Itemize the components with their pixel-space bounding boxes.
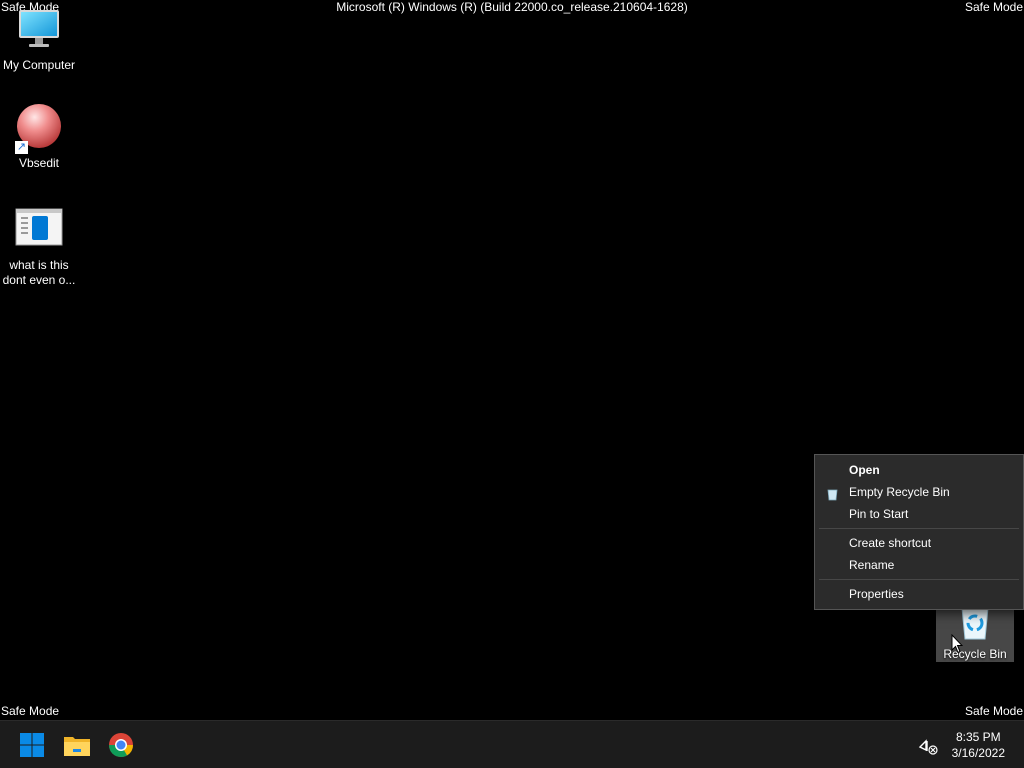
desktop-icon-label: what is this dont even o... [2,258,76,287]
shortcut-arrow-icon: ↗ [15,141,28,154]
file-explorer-button[interactable] [59,727,95,763]
desktop-icon-label: My Computer [2,58,76,72]
desktop-icon-vbsedit[interactable]: ↗ Vbsedit [0,104,78,171]
clock-date: 3/16/2022 [951,746,1005,760]
network-status-button[interactable] [916,733,940,757]
menu-item-open[interactable]: Open [815,459,1023,481]
start-button[interactable] [14,727,50,763]
menu-item-pin-to-start[interactable]: Pin to Start [815,503,1023,525]
document-icon [15,206,63,254]
menu-item-empty-recycle-bin[interactable]: Empty Recycle Bin [815,481,1023,503]
folder-icon [64,737,90,756]
desktop-icon-label: Recycle Bin [943,647,1007,661]
taskbar: 8:35 PM 3/16/2022 [0,720,1024,768]
desktop[interactable]: Safe Mode Microsoft (R) Windows (R) (Bui… [0,0,1024,720]
safe-mode-label-bottom-left: Safe Mode [1,704,60,718]
build-watermark: Microsoft (R) Windows (R) (Build 22000.c… [336,0,688,14]
mouse-cursor-icon [951,634,963,654]
chrome-button[interactable] [103,727,139,763]
desktop-icon-my-computer[interactable]: My Computer [0,6,78,73]
chrome-icon [109,733,133,758]
windows-logo-icon [20,733,44,757]
safe-mode-label-bottom-right: Safe Mode [964,704,1023,718]
monitor-icon [15,6,63,54]
menu-item-label: Empty Recycle Bin [849,485,950,499]
network-disconnected-icon [918,739,938,755]
desktop-icon-recycle-bin[interactable]: Recycle Bin [936,604,1014,662]
clock-time: 8:35 PM [955,730,1001,744]
safe-mode-label-top-right: Safe Mode [964,0,1023,14]
desktop-icon-document[interactable]: what is this dont even o... [0,206,78,288]
desktop-icon-label: Vbsedit [18,156,60,170]
recycle-bin-small-icon [827,486,838,501]
menu-item-create-shortcut[interactable]: Create shortcut [815,532,1023,554]
menu-separator [819,528,1019,529]
vbsedit-ball-icon: ↗ [15,104,63,154]
menu-item-rename[interactable]: Rename [815,554,1023,576]
menu-separator [819,579,1019,580]
context-menu: Open Empty Recycle Bin Pin to Start Crea… [814,454,1024,610]
menu-item-properties[interactable]: Properties [815,583,1023,605]
clock[interactable]: 8:35 PM 3/16/2022 [952,729,1005,761]
